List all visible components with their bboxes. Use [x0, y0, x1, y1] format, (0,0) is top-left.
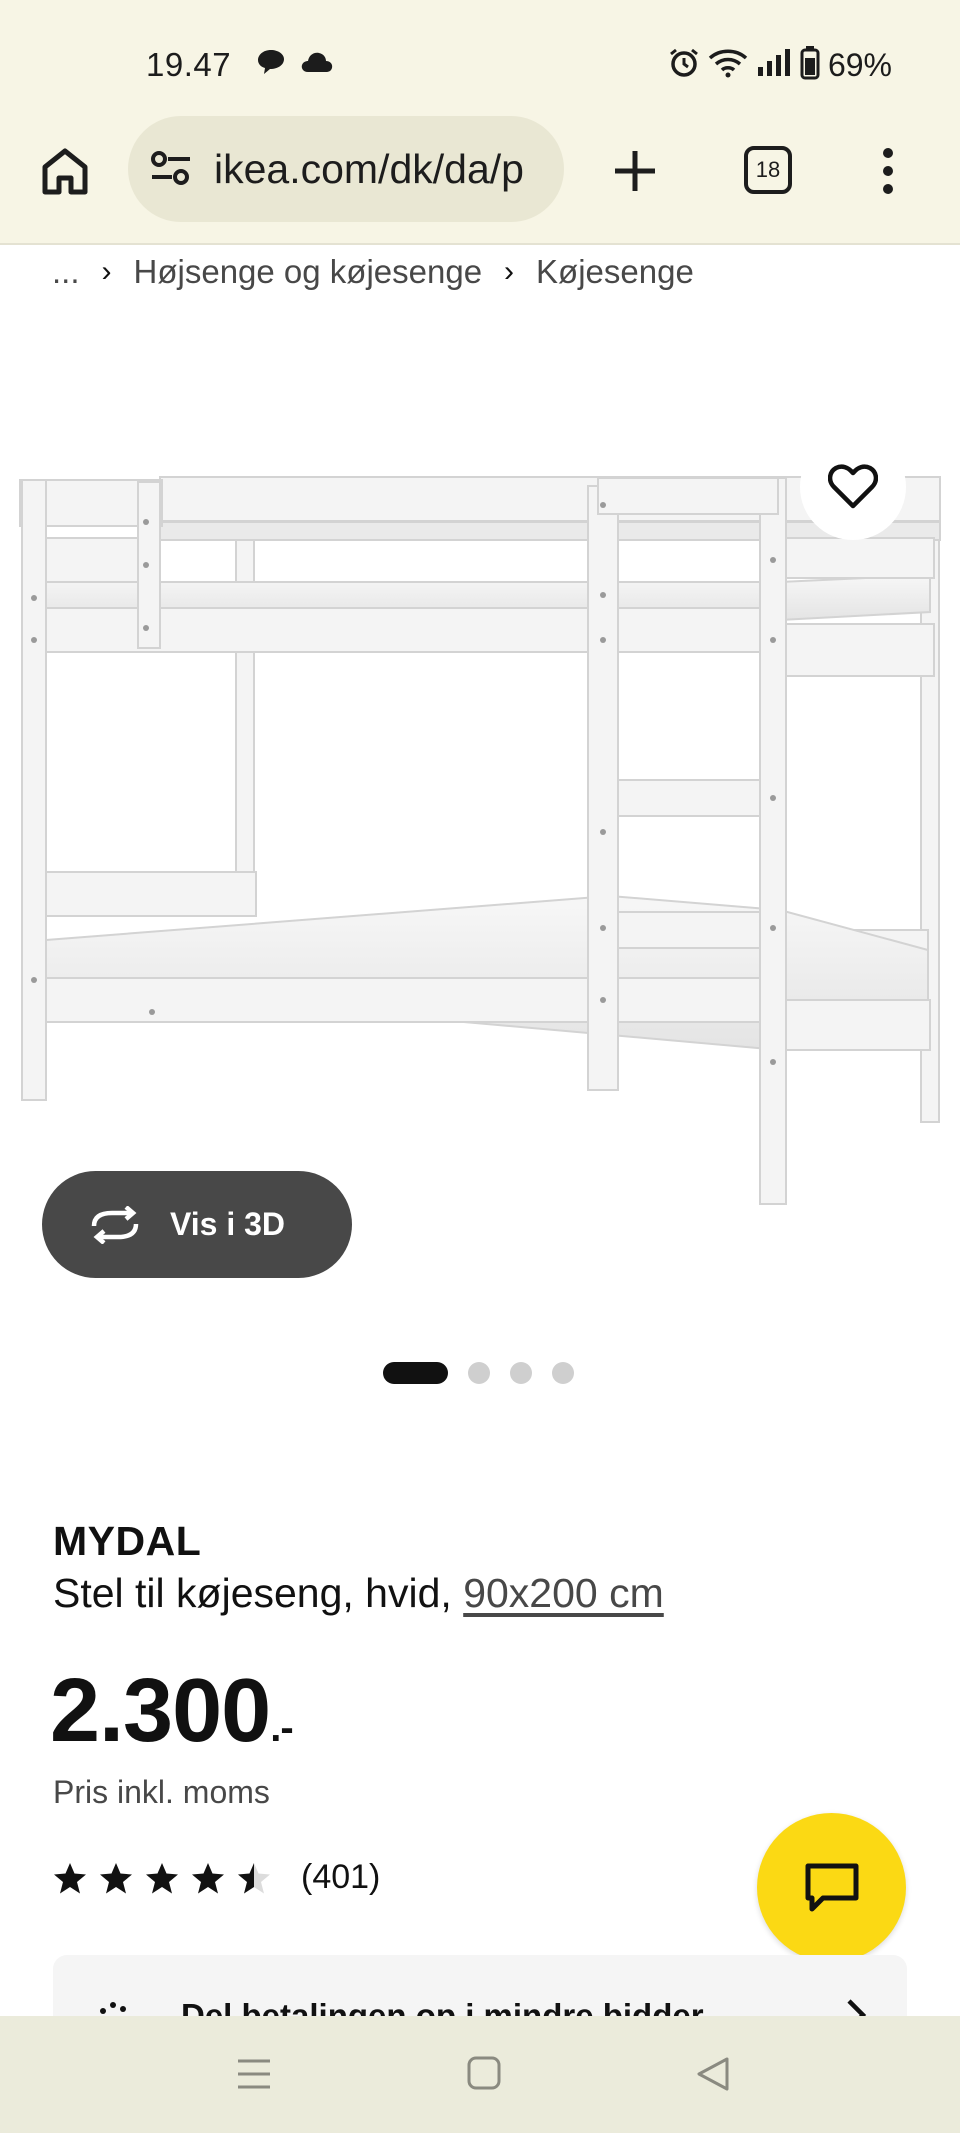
- status-time: 19.47: [146, 46, 232, 83]
- gallery-dot[interactable]: [552, 1362, 574, 1384]
- star-full-icon: [146, 1862, 178, 1893]
- status-system-icons: 69%: [668, 46, 892, 85]
- star-half-icon: [238, 1862, 270, 1893]
- alarm-icon: [668, 47, 700, 84]
- breadcrumb-item-kojesenge[interactable]: Køjesenge: [536, 253, 694, 291]
- favourite-button[interactable]: [800, 434, 906, 540]
- product-size-link[interactable]: 90x200 cm: [463, 1570, 664, 1616]
- new-tab-button[interactable]: [604, 140, 666, 202]
- nav-home-icon[interactable]: [467, 2056, 501, 2095]
- product-name: MYDAL: [53, 1518, 202, 1564]
- view-3d-button[interactable]: Vis i 3D: [42, 1171, 352, 1278]
- back-icon[interactable]: [695, 2056, 731, 2097]
- product-description: Stel til køjeseng, hvid, 90x200 cm: [53, 1570, 664, 1617]
- breadcrumb: ... › Højsenge og køjesenge › Køjesenge: [52, 250, 694, 294]
- view-3d-label: Vis i 3D: [170, 1206, 286, 1242]
- star-full-icon: [54, 1862, 86, 1893]
- chat-button[interactable]: [757, 1813, 906, 1962]
- cloud-icon: [300, 48, 334, 81]
- gallery-pagination: [383, 1362, 574, 1384]
- product-rating[interactable]: (401): [53, 1858, 380, 1897]
- rotate-3d-icon: [91, 1205, 139, 1244]
- review-count: (401): [301, 1858, 381, 1896]
- gallery-dot[interactable]: [468, 1362, 490, 1384]
- status-notification-icons: [256, 48, 334, 81]
- wifi-icon: [708, 48, 748, 83]
- star-full-icon: [100, 1862, 132, 1893]
- price-suffix: .-: [270, 1706, 293, 1750]
- battery-percent: 69%: [827, 47, 892, 83]
- browser-toolbar: ikea.com/dk/da/p 18: [0, 112, 960, 245]
- url-text[interactable]: ikea.com/dk/da/p: [214, 146, 544, 193]
- recent-apps-icon[interactable]: [236, 2056, 272, 2097]
- breadcrumb-separator: ›: [101, 255, 112, 288]
- gallery-dot[interactable]: [510, 1362, 532, 1384]
- battery-icon: [800, 46, 820, 85]
- chat-icon: [805, 1863, 858, 1911]
- price-note: Pris inkl. moms: [53, 1774, 270, 1810]
- system-navigation-bar: [0, 2016, 960, 2133]
- home-icon: [42, 148, 88, 195]
- tab-switcher-button[interactable]: 18: [744, 146, 792, 194]
- breadcrumb-ellipsis[interactable]: ...: [52, 253, 80, 291]
- status-bar: 19.47 69%: [0, 0, 960, 112]
- site-settings-icon[interactable]: [150, 150, 192, 191]
- tab-count: 18: [755, 157, 781, 182]
- breadcrumb-separator: ›: [504, 255, 515, 288]
- product-description-text: Stel til køjeseng, hvid,: [53, 1570, 452, 1616]
- signal-icon: [756, 49, 792, 82]
- star-full-icon: [192, 1862, 224, 1893]
- heart-icon: [828, 464, 878, 509]
- gallery-dot-active[interactable]: [383, 1362, 448, 1384]
- breadcrumb-item-hojsenge[interactable]: Højsenge og køjesenge: [134, 253, 483, 291]
- home-button[interactable]: [34, 140, 96, 202]
- plus-icon: [615, 151, 655, 191]
- chat-bubble-icon: [256, 48, 286, 81]
- rating-stars: [53, 1862, 271, 1894]
- price-amount: 2.300: [50, 1661, 271, 1761]
- more-vert-icon[interactable]: [868, 140, 908, 202]
- product-price: 2.300.-: [50, 1660, 294, 1763]
- url-bar[interactable]: ikea.com/dk/da/p: [128, 116, 564, 222]
